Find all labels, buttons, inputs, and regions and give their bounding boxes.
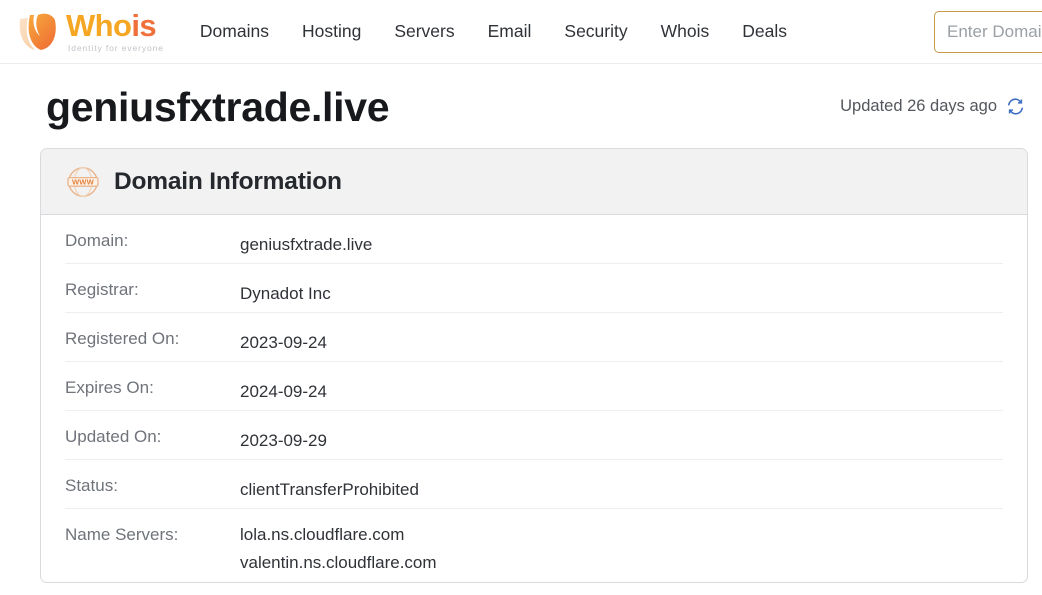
row-label-domain: Domain: bbox=[65, 231, 129, 250]
updated-label: Updated 26 days ago bbox=[840, 97, 997, 115]
nav-item-whois[interactable]: Whois bbox=[661, 21, 710, 42]
card-body: Domain: geniusfxtrade.live Registrar: Dy… bbox=[41, 215, 1027, 582]
row-value-status: clientTransferProhibited bbox=[240, 480, 419, 499]
row-value-registrar: Dynadot Inc bbox=[240, 284, 331, 303]
brand-word-part1: Who bbox=[66, 8, 132, 44]
main-nav: Domains Hosting Servers Email Security W… bbox=[200, 21, 787, 42]
nav-item-domains[interactable]: Domains bbox=[200, 21, 269, 42]
nav-item-hosting[interactable]: Hosting bbox=[302, 21, 361, 42]
row-value-registered-on: 2023-09-24 bbox=[240, 333, 327, 352]
table-row: Name Servers: lola.ns.cloudflare.com val… bbox=[65, 509, 1003, 582]
table-row: Registrar: Dynadot Inc bbox=[65, 264, 1003, 313]
updated-status[interactable]: Updated 26 days ago bbox=[840, 97, 1025, 116]
brand-logo[interactable]: Whois Identity for everyone bbox=[14, 9, 164, 55]
row-label-status: Status: bbox=[65, 476, 118, 495]
refresh-icon[interactable] bbox=[1006, 97, 1025, 116]
name-server-2: valentin.ns.cloudflare.com bbox=[240, 553, 437, 572]
row-value-name-servers: lola.ns.cloudflare.com valentin.ns.cloud… bbox=[240, 509, 437, 577]
table-row: Registered On: 2023-09-24 bbox=[65, 313, 1003, 362]
brand-tagline: Identity for everyone bbox=[68, 43, 164, 54]
top-navigation-bar: Whois Identity for everyone Domains Host… bbox=[0, 0, 1042, 64]
row-value-domain: geniusfxtrade.live bbox=[240, 235, 373, 254]
brand-wordmark: Whois bbox=[66, 10, 164, 41]
nav-item-servers[interactable]: Servers bbox=[394, 21, 454, 42]
table-row: Domain: geniusfxtrade.live bbox=[65, 215, 1003, 264]
row-value-expires-on: 2024-09-24 bbox=[240, 382, 327, 401]
page-title: geniusfxtrade.live bbox=[46, 84, 390, 130]
card-title: Domain Information bbox=[114, 167, 342, 195]
row-value-updated-on: 2023-09-29 bbox=[240, 431, 327, 450]
row-label-registrar: Registrar: bbox=[65, 280, 139, 299]
search-container bbox=[934, 11, 1042, 53]
brand-text: Whois Identity for everyone bbox=[66, 10, 164, 53]
row-label-registered-on: Registered On: bbox=[65, 329, 180, 348]
svg-text:WWW: WWW bbox=[72, 177, 95, 186]
www-globe-icon: WWW bbox=[67, 166, 99, 197]
domain-information-card: WWW Domain Information Domain: geniusfxt… bbox=[40, 148, 1028, 583]
brand-word-part2: is bbox=[131, 8, 156, 44]
table-row: Updated On: 2023-09-29 bbox=[65, 411, 1003, 460]
table-row: Status: clientTransferProhibited bbox=[65, 460, 1003, 509]
nav-item-deals[interactable]: Deals bbox=[742, 21, 787, 42]
search-input[interactable] bbox=[934, 11, 1042, 53]
nav-item-security[interactable]: Security bbox=[564, 21, 627, 42]
card-header: WWW Domain Information bbox=[41, 149, 1027, 215]
row-label-updated-on: Updated On: bbox=[65, 427, 162, 446]
row-label-name-servers: Name Servers: bbox=[65, 525, 179, 544]
whois-logo-mark-icon bbox=[19, 13, 56, 50]
name-server-1: lola.ns.cloudflare.com bbox=[240, 525, 405, 544]
page-heading-row: geniusfxtrade.live Updated 26 days ago bbox=[0, 84, 1042, 150]
table-row: Expires On: 2024-09-24 bbox=[65, 362, 1003, 411]
nav-item-email[interactable]: Email bbox=[488, 21, 532, 42]
row-label-expires-on: Expires On: bbox=[65, 378, 154, 397]
